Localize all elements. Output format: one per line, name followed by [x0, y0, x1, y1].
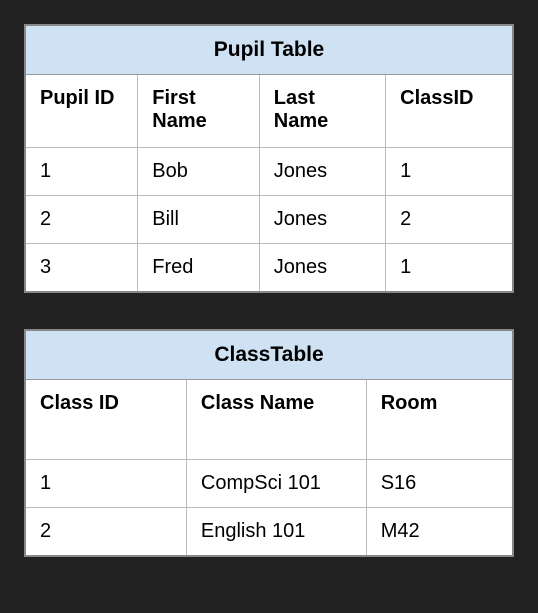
- table-row: 2 English 101 M42: [26, 508, 512, 556]
- table-header-row: Pupil ID First Name Last Name ClassID: [26, 75, 512, 147]
- col-header: First Name: [138, 75, 260, 147]
- class-table: Class ID Class Name Room 1 CompSci 101 S…: [26, 380, 512, 556]
- cell: 1: [26, 460, 186, 508]
- col-header: Last Name: [259, 75, 385, 147]
- table-row: 1 Bob Jones 1: [26, 147, 512, 195]
- col-header: Room: [366, 380, 512, 460]
- cell: English 101: [186, 508, 366, 556]
- col-header: Class Name: [186, 380, 366, 460]
- col-header: Pupil ID: [26, 75, 138, 147]
- col-header: ClassID: [386, 75, 512, 147]
- class-table-title: ClassTable: [26, 331, 512, 380]
- cell: M42: [366, 508, 512, 556]
- pupil-table-container: Pupil Table Pupil ID First Name Last Nam…: [24, 24, 514, 293]
- cell: 1: [386, 243, 512, 291]
- pupil-table-title: Pupil Table: [26, 26, 512, 75]
- pupil-table: Pupil ID First Name Last Name ClassID 1 …: [26, 75, 512, 291]
- cell: CompSci 101: [186, 460, 366, 508]
- cell: 1: [386, 147, 512, 195]
- cell: Jones: [259, 243, 385, 291]
- cell: Fred: [138, 243, 260, 291]
- cell: 2: [26, 195, 138, 243]
- cell: Bill: [138, 195, 260, 243]
- table-header-row: Class ID Class Name Room: [26, 380, 512, 460]
- cell: S16: [366, 460, 512, 508]
- table-row: 1 CompSci 101 S16: [26, 460, 512, 508]
- cell: Bob: [138, 147, 260, 195]
- cell: 2: [26, 508, 186, 556]
- class-table-container: ClassTable Class ID Class Name Room 1 Co…: [24, 329, 514, 558]
- col-header: Class ID: [26, 380, 186, 460]
- cell: 2: [386, 195, 512, 243]
- cell: Jones: [259, 195, 385, 243]
- cell: 1: [26, 147, 138, 195]
- cell: 3: [26, 243, 138, 291]
- table-row: 2 Bill Jones 2: [26, 195, 512, 243]
- cell: Jones: [259, 147, 385, 195]
- table-row: 3 Fred Jones 1: [26, 243, 512, 291]
